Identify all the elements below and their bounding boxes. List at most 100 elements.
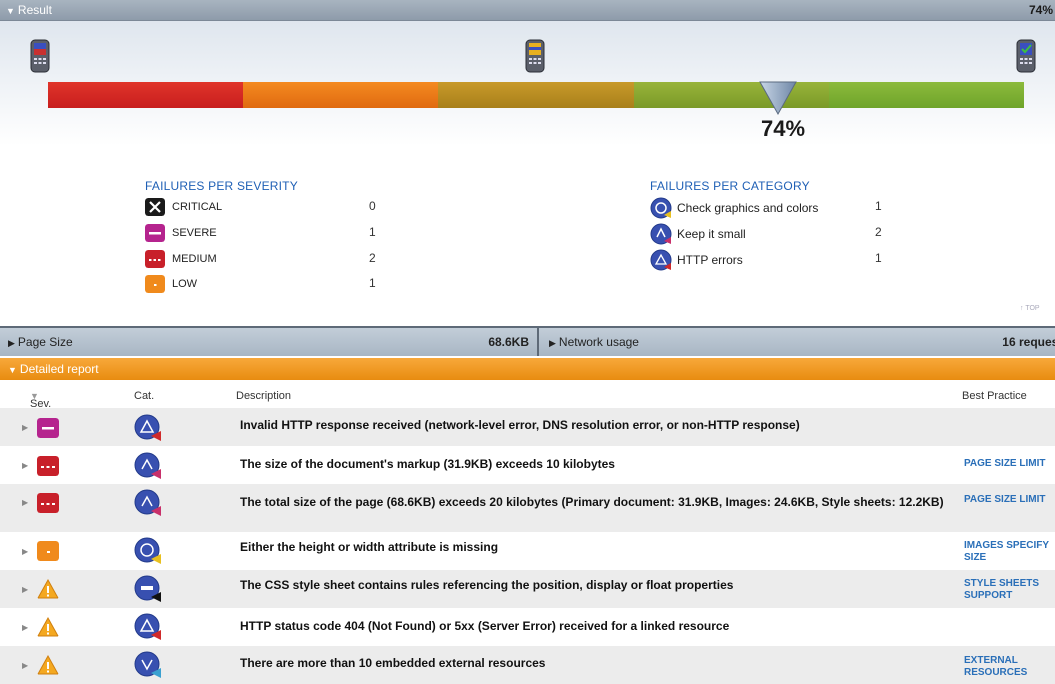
expand-row-icon[interactable]: ▶ — [22, 547, 28, 556]
severity-label: LOW — [172, 278, 198, 290]
graphics-icon — [650, 197, 672, 219]
severity-title: FAILURES PER SEVERITY — [145, 179, 298, 193]
row-description: Invalid HTTP response received (network-… — [240, 418, 800, 432]
medium-dots-icon — [37, 456, 59, 476]
table-row[interactable]: ▶ Invalid HTTP response received (networ… — [0, 408, 1055, 446]
caret-right-icon: ▶ — [549, 338, 556, 348]
low-dot-icon — [145, 275, 165, 293]
category-count: 2 — [875, 225, 882, 239]
detailed-report-header[interactable]: ▼ Detailed report — [0, 358, 1055, 380]
medium-dots-icon — [145, 250, 165, 268]
severity-label: CRITICAL — [172, 201, 223, 213]
row-best-practice[interactable]: PAGE SIZE LIMIT — [964, 458, 1052, 470]
low-dot-icon — [37, 541, 59, 561]
expand-row-icon[interactable]: ▶ — [22, 423, 28, 432]
expand-row-icon[interactable]: ▶ — [22, 661, 28, 670]
scale-segment-good — [633, 82, 829, 108]
row-best-practice[interactable]: STYLE SHEETS SUPPORT — [964, 578, 1052, 602]
column-description[interactable]: Description — [236, 390, 291, 402]
medium-dots-icon — [37, 493, 59, 513]
phone-bad-icon — [30, 39, 50, 73]
severe-minus-icon — [145, 224, 165, 242]
page-size-value: 68.6KB — [488, 335, 529, 349]
expand-row-icon[interactable]: ▶ — [22, 461, 28, 470]
category-label: HTTP errors — [677, 253, 743, 267]
graphics-icon — [134, 537, 161, 564]
column-cat[interactable]: Cat. — [134, 390, 154, 402]
row-best-practice[interactable]: IMAGES SPECIFY SIZE — [964, 540, 1052, 564]
category-title: FAILURES PER CATEGORY — [650, 179, 810, 193]
caret-down-icon: ▼ — [8, 365, 17, 375]
result-percent: 74% — [1028, 3, 1053, 17]
expand-row-icon[interactable]: ▶ — [22, 585, 28, 594]
column-sev[interactable]: Sev. ▼ — [30, 390, 51, 410]
row-description: The size of the document's markup (31.9K… — [240, 457, 615, 471]
page-size-bar[interactable]: ▶ Page Size 68.6KB — [0, 326, 539, 356]
phone-mid-icon — [525, 39, 545, 73]
caret-right-icon: ▶ — [8, 338, 15, 348]
warning-icon — [37, 655, 59, 675]
row-description: Either the height or width attribute is … — [240, 540, 499, 554]
table-row[interactable]: ▶ HTTP status code 404 (Not Found) or 5x… — [0, 608, 1055, 646]
table-row[interactable]: ▶ Either the height or width attribute i… — [0, 532, 1055, 570]
warning-icon — [37, 579, 59, 599]
table-row[interactable]: ▶ The CSS style sheet contains rules ref… — [0, 570, 1055, 608]
severity-row-medium: MEDIUM 2 — [145, 249, 385, 271]
result-label: Result — [17, 3, 52, 17]
table-header: Sev. ▼ Cat. Description Best Practice — [0, 382, 1055, 410]
category-row-http: HTTP errors 1 — [650, 249, 890, 271]
scale-segment-mid — [438, 82, 634, 108]
scale-segment-low — [243, 82, 439, 108]
category-row-graphics: Check graphics and colors 1 — [650, 197, 890, 219]
severity-count: 1 — [369, 276, 376, 290]
caret-down-icon: ▼ — [6, 6, 15, 16]
category-count: 1 — [875, 199, 882, 213]
warning-icon — [37, 617, 59, 637]
score-marker-icon — [759, 81, 797, 116]
scale-segment-critical — [48, 82, 244, 108]
expand-row-icon[interactable]: ▶ — [22, 623, 28, 632]
critical-x-icon — [145, 198, 165, 216]
row-description: The CSS style sheet contains rules refer… — [240, 578, 734, 592]
category-label: Check graphics and colors — [677, 201, 819, 215]
phone-good-icon — [1016, 39, 1036, 73]
expand-row-icon[interactable]: ▶ — [22, 498, 28, 507]
network-usage-label: Network usage — [558, 335, 639, 349]
network-usage-value: 16 requests — [1002, 335, 1055, 349]
score-scale — [48, 82, 1025, 108]
style-sheets-icon — [134, 575, 161, 602]
small-icon — [134, 489, 161, 516]
external-resources-icon — [134, 651, 161, 678]
severity-label: MEDIUM — [172, 253, 217, 265]
row-best-practice[interactable]: EXTERNAL RESOURCES — [964, 655, 1052, 679]
severity-count: 2 — [369, 251, 376, 265]
severity-row-critical: CRITICAL 0 — [145, 197, 385, 219]
severity-label: SEVERE — [172, 227, 217, 239]
top-link[interactable]: ↑ TOP — [1020, 305, 1040, 312]
severe-minus-icon — [37, 418, 59, 438]
category-label: Keep it small — [677, 227, 746, 241]
column-best-practice[interactable]: Best Practice — [962, 390, 1027, 402]
detailed-report-label: Detailed report — [19, 362, 99, 376]
severity-count: 0 — [369, 199, 376, 213]
result-toggle[interactable]: ▼ Result — [6, 0, 52, 21]
category-row-small: Keep it small 2 — [650, 223, 890, 245]
row-description: The total size of the page (68.6KB) exce… — [240, 495, 944, 509]
network-usage-bar[interactable]: ▶Network usage 16 requests — [539, 326, 1055, 356]
table-row[interactable]: ▶ There are more than 10 embedded extern… — [0, 646, 1055, 684]
http-errors-icon — [134, 613, 161, 640]
page-size-label: Page Size — [17, 335, 73, 349]
row-description: There are more than 10 embedded external… — [240, 656, 546, 670]
severity-count: 1 — [369, 225, 376, 239]
row-description: HTTP status code 404 (Not Found) or 5xx … — [240, 619, 730, 633]
small-icon — [650, 223, 672, 245]
table-row[interactable]: ▶ The size of the document's markup (31.… — [0, 446, 1055, 484]
http-errors-icon — [650, 249, 672, 271]
table-row[interactable]: ▶ The total size of the page (68.6KB) ex… — [0, 484, 1055, 532]
http-errors-icon — [134, 414, 161, 441]
score-value: 74% — [760, 116, 806, 141]
result-header[interactable]: ▼ Result 74% — [0, 0, 1055, 21]
row-best-practice[interactable]: PAGE SIZE LIMIT — [964, 494, 1052, 506]
category-count: 1 — [875, 251, 882, 265]
scale-segment-best — [828, 82, 1025, 108]
